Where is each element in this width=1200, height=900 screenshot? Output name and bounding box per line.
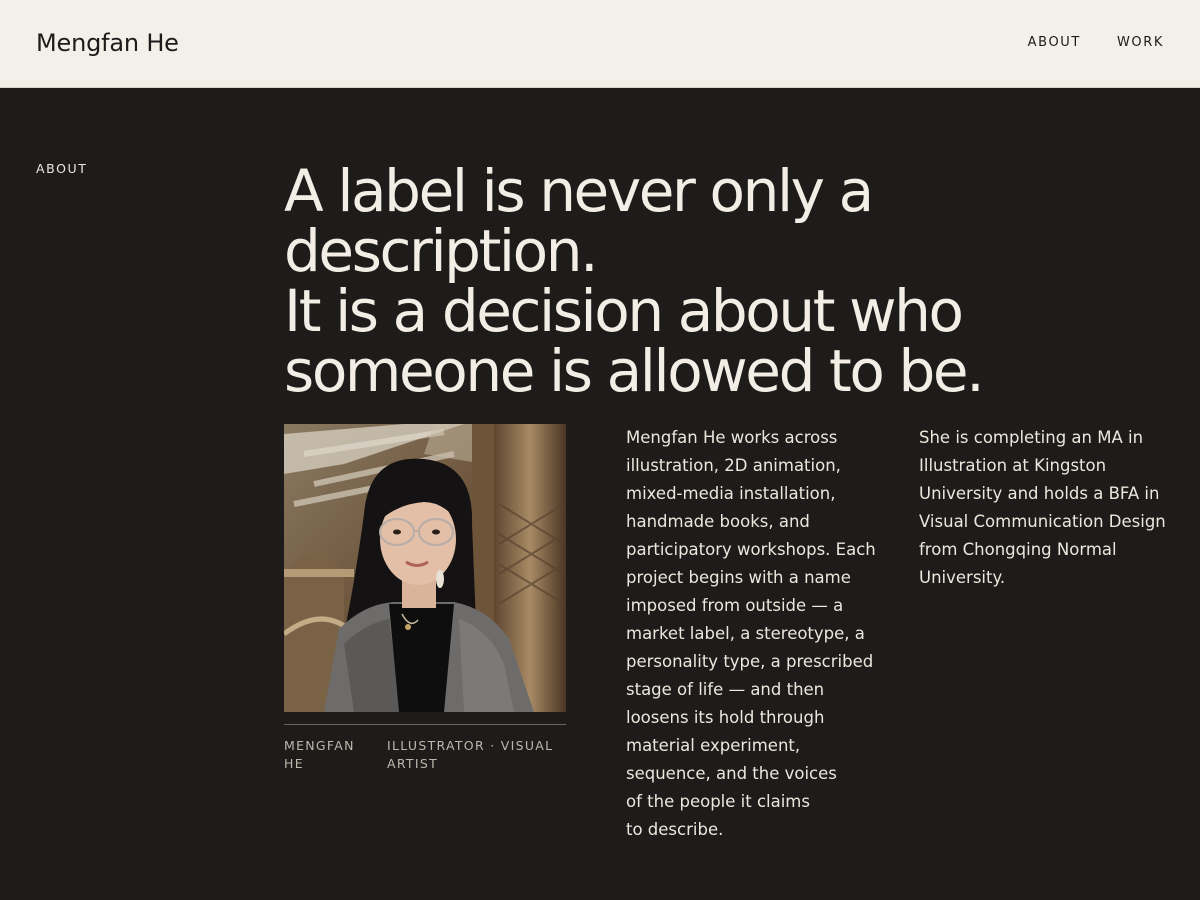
bio-line: stage of life — and then — [626, 680, 825, 699]
bio-line: Visual Communication Design — [919, 512, 1166, 531]
bio-line: market label, a stereotype, a — [626, 624, 865, 643]
bio-line: to describe. — [626, 820, 724, 839]
bio-line: University. — [919, 568, 1006, 587]
section-label: ABOUT — [36, 161, 88, 176]
bio-column-2: She is completing an MA in Illustration … — [919, 424, 1169, 592]
main-nav: ABOUT WORK — [1028, 35, 1164, 50]
bio-line: of the people it claims — [626, 792, 810, 811]
bio-line: University and holds a BFA in — [919, 484, 1160, 503]
bio-line: participatory workshops. Each — [626, 540, 876, 559]
bio-line: Illustration at Kingston — [919, 456, 1107, 475]
bio-line: material experiment, — [626, 736, 801, 755]
site-header: Mengfan He ABOUT WORK — [0, 0, 1200, 88]
caption-role: ILLUSTRATOR · VISUAL ARTIST — [387, 738, 554, 771]
bio-line: sequence, and the voices — [626, 764, 837, 783]
bio-column-1: Mengfan He works across illustration, 2D… — [626, 424, 876, 844]
site-title-link[interactable]: Mengfan He — [36, 29, 179, 57]
headline-line: A label is never only a description. — [284, 157, 874, 285]
headline-line: It is a decision about who — [284, 277, 964, 345]
bio-line: imposed from outside — a — [626, 596, 844, 615]
caption-name: MENGFAN HE — [284, 738, 355, 771]
caption-divider — [284, 724, 566, 725]
headline-line: someone is allowed to be. — [284, 337, 985, 405]
bio-line: mixed-media installation, — [626, 484, 836, 503]
bio-line: loosens its hold through — [626, 708, 825, 727]
bio-line: illustration, 2D animation, — [626, 456, 841, 475]
portrait-photo — [284, 424, 566, 712]
page-headline: A label is never only a description. It … — [284, 161, 1174, 401]
portrait-illustration — [284, 424, 566, 712]
bio-line: from Chongqing Normal — [919, 540, 1117, 559]
bio-line: Mengfan He works across — [626, 428, 838, 447]
nav-link-about[interactable]: ABOUT — [1028, 35, 1081, 50]
nav-link-work[interactable]: WORK — [1117, 35, 1164, 50]
bio-line: handmade books, and — [626, 512, 810, 531]
bio-line: personality type, a prescribed — [626, 652, 874, 671]
bio-line: She is completing an MA in — [919, 428, 1144, 447]
bio-line: project begins with a name — [626, 568, 851, 587]
